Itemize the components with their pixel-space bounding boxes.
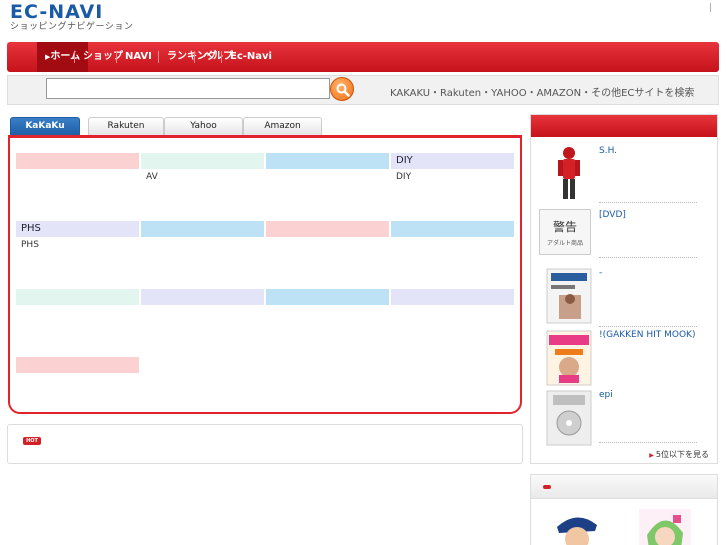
- ranking-item[interactable]: -: [539, 267, 711, 325]
- site-logo[interactable]: EC-NAVI ショッピングナビゲーション: [10, 2, 133, 32]
- search-description: KAKAKU・Rakuten・YAHOO・AMAZON・その他ECサイトを検索: [390, 88, 695, 99]
- ranking-panel: S.H. 警告 アダルト商品 [DVD] - !(GAKKEN HIT MOOK…: [530, 114, 718, 464]
- search-input[interactable]: [46, 78, 330, 99]
- nav-item-navi[interactable]: NAVI: [117, 42, 160, 72]
- ranking-item-text: !(GAKKEN HIT MOOK): [599, 330, 696, 340]
- category-title[interactable]: [391, 221, 514, 237]
- ranking-item-text: -: [599, 268, 603, 278]
- divider: [599, 442, 697, 443]
- tab-rakuten[interactable]: Rakuten: [88, 117, 164, 135]
- search-button[interactable]: [330, 77, 354, 101]
- hot-section: HOT: [7, 424, 523, 464]
- logo-text: EC-NAVI: [10, 1, 104, 23]
- ranking-title: [531, 115, 717, 137]
- search-bar: KAKAKU・Rakuten・YAHOO・AMAZON・その他ECサイトを検索: [7, 75, 719, 105]
- category-link[interactable]: AV: [141, 169, 264, 186]
- category-title[interactable]: [16, 357, 139, 373]
- category-block: DIY DIY: [391, 153, 514, 186]
- tab-amazon[interactable]: Amazon: [243, 117, 322, 135]
- category-title[interactable]: [141, 153, 264, 169]
- magazine-thumbnail[interactable]: [545, 329, 593, 387]
- divider: [599, 202, 697, 203]
- category-title[interactable]: [141, 289, 264, 305]
- ranking-item-text: S.H.: [599, 146, 618, 156]
- category-block: [391, 221, 514, 237]
- category-title[interactable]: [141, 221, 264, 237]
- divider: [599, 257, 697, 258]
- anime-thumbnail[interactable]: [639, 509, 691, 545]
- category-title[interactable]: [266, 221, 389, 237]
- top-links: |: [706, 3, 715, 13]
- top-link-separator: |: [708, 3, 712, 13]
- tab-yahoo[interactable]: Yahoo: [164, 117, 243, 135]
- secondary-panel: [530, 474, 718, 545]
- secondary-panel-title: [531, 475, 717, 499]
- category-block: [266, 153, 389, 169]
- search-icon: [336, 83, 350, 97]
- ranking-item[interactable]: S.H.: [539, 145, 711, 205]
- figure-thumbnail[interactable]: [545, 145, 593, 203]
- main-navbar: ▶ホーム ショップ NAVI ランキング ヘルプ Ec-Navi: [7, 42, 719, 72]
- category-link[interactable]: DIY: [391, 169, 514, 186]
- ranking-item[interactable]: epi: [539, 389, 711, 447]
- nav-item-ecnavi[interactable]: Ec-Navi: [222, 42, 280, 72]
- hot-badge: HOT: [23, 437, 41, 445]
- category-block: [266, 289, 389, 305]
- category-title[interactable]: [266, 153, 389, 169]
- category-title[interactable]: DIY: [391, 153, 514, 169]
- category-block: AV: [141, 153, 264, 186]
- adult-warning-thumbnail: 警告 アダルト商品: [539, 209, 591, 255]
- ranking-item[interactable]: 警告 アダルト商品 [DVD]: [539, 209, 711, 255]
- book-thumbnail[interactable]: [545, 267, 593, 325]
- category-block: [16, 153, 139, 169]
- ranking-item-text: epi: [599, 390, 613, 400]
- cd-thumbnail[interactable]: [545, 389, 593, 447]
- category-block: [141, 289, 264, 305]
- divider: [599, 326, 697, 327]
- category-block: [141, 221, 264, 237]
- category-title[interactable]: PHS: [16, 221, 139, 237]
- category-title[interactable]: [16, 153, 139, 169]
- ranking-more-link[interactable]: 5位以下を見る: [649, 449, 709, 460]
- category-block: [391, 289, 514, 305]
- category-block: [16, 357, 139, 373]
- category-title[interactable]: [391, 289, 514, 305]
- category-title[interactable]: [16, 289, 139, 305]
- category-block: [16, 289, 139, 305]
- category-block: PHS PHS: [16, 221, 139, 254]
- ranking-item[interactable]: !(GAKKEN HIT MOOK): [539, 329, 711, 387]
- category-panel: AV DIY DIY PHS PHS: [8, 135, 522, 414]
- category-title[interactable]: [266, 289, 389, 305]
- category-link[interactable]: PHS: [16, 237, 139, 254]
- category-block: [266, 221, 389, 237]
- logo-subtitle: ショッピングナビゲーション: [10, 22, 134, 32]
- anime-thumbnail[interactable]: [551, 509, 603, 545]
- ranking-item-text: [DVD]: [599, 210, 626, 220]
- tab-kakaku[interactable]: KaKaKu: [10, 117, 80, 135]
